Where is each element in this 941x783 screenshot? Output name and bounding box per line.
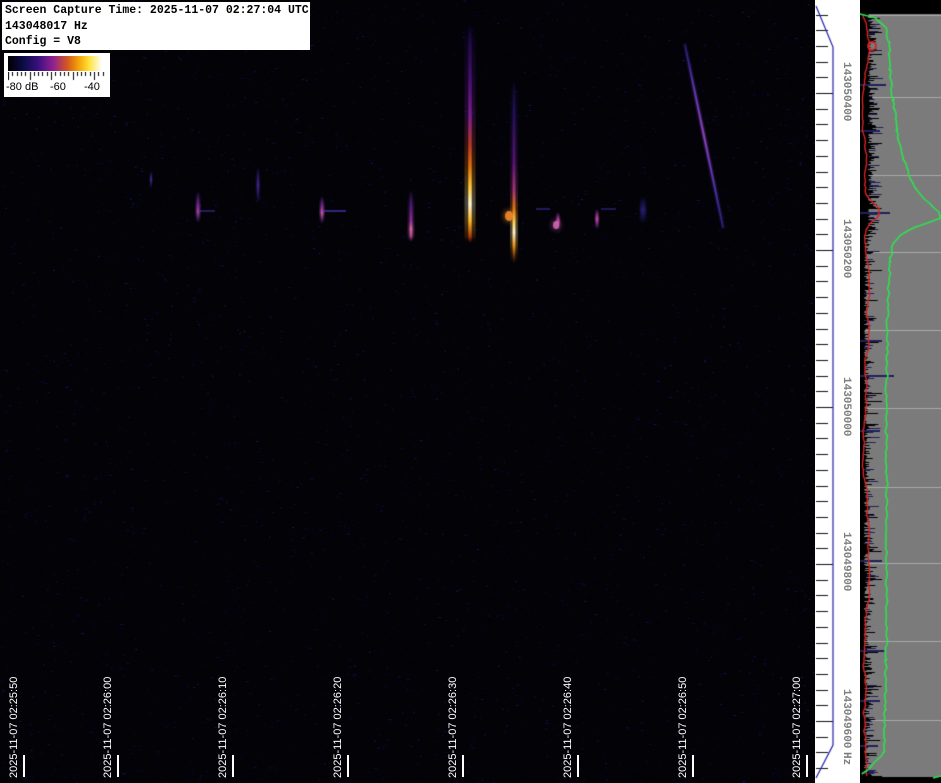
time-tick-label: 2025-11-07 02:25:50 <box>8 676 20 778</box>
freq-unit-label: Hz <box>840 752 852 766</box>
config-text: Config = V8 <box>5 35 81 48</box>
center-frequency-text: 143048017 Hz <box>5 19 88 33</box>
color-scale-ticks <box>8 72 107 81</box>
freq-tick-label: 143049800 <box>840 532 852 592</box>
screen-capture-root: 143050400 143050200 143050000 143049800 1430… <box>0 0 941 783</box>
time-tick-mark <box>117 755 119 777</box>
time-tick-label: 2025-11-07 02:26:30 <box>447 676 459 778</box>
time-tick-mark <box>347 755 349 777</box>
time-tick-label: 2025-11-07 02:26:00 <box>102 676 114 778</box>
color-gradient-bar <box>8 56 107 71</box>
freq-tick-label: 143050400 <box>840 62 852 122</box>
freq-tick-label: 143049600 <box>840 689 852 749</box>
frequency-axis-ruler <box>815 0 860 783</box>
time-tick-mark <box>23 755 25 777</box>
time-tick-mark <box>577 755 579 777</box>
scale-label-40db: -40 <box>84 81 100 93</box>
live-spectrum-panel <box>860 0 941 783</box>
time-tick-label: 2025-11-07 02:27:00 <box>791 676 803 778</box>
time-tick-mark <box>462 755 464 777</box>
time-tick-mark <box>232 755 234 777</box>
time-tick-label: 2025-11-07 02:26:40 <box>562 676 574 778</box>
time-tick-label: 2025-11-07 02:26:20 <box>332 676 344 778</box>
capture-info-box: Screen Capture Time: 2025-11-07 02:27:04… <box>2 2 310 50</box>
scale-label-80db: -80 dB <box>6 81 39 93</box>
capture-time-text: Screen Capture Time: 2025-11-07 02:27:04… <box>5 4 309 17</box>
freq-tick-label: 143050000 <box>840 377 852 437</box>
db-color-scale: -80 dB -60 -40 <box>4 53 110 97</box>
waterfall-spectrogram <box>0 0 815 783</box>
scale-label-60db: -60 <box>50 81 66 93</box>
time-tick-mark <box>806 755 808 777</box>
time-tick-label: 2025-11-07 02:26:50 <box>677 676 689 778</box>
time-tick-mark <box>692 755 694 777</box>
time-tick-label: 2025-11-07 02:26:10 <box>217 676 229 778</box>
freq-tick-label: 143050200 <box>840 219 852 279</box>
